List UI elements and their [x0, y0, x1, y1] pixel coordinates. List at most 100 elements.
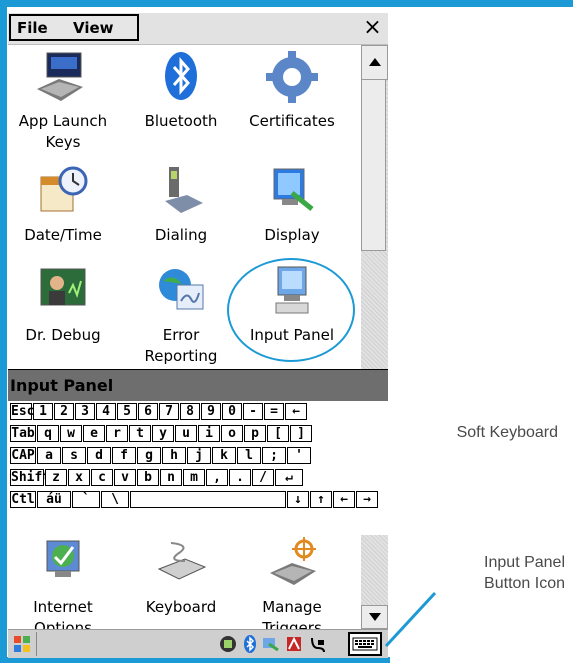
keyboard-key[interactable]: 1 [33, 403, 53, 420]
keyboard-key[interactable]: ↵ [275, 469, 303, 486]
keyboard-key[interactable]: Ctl [10, 491, 36, 508]
keyboard-key[interactable]: f [112, 447, 136, 464]
close-button[interactable]: × [359, 15, 386, 42]
keyboard-key[interactable]: q [37, 425, 59, 442]
keyboard-key[interactable]: w [60, 425, 82, 442]
keyboard-key[interactable]: t [129, 425, 151, 442]
keyboard-key[interactable]: n [160, 469, 182, 486]
keyboard-key[interactable]: k [212, 447, 236, 464]
keyboard-key[interactable]: 4 [96, 403, 116, 420]
keyboard-key[interactable]: o [221, 425, 243, 442]
keyboard-key[interactable]: \ [101, 491, 129, 508]
keyboard-key[interactable]: - [243, 403, 263, 420]
input-panel-button[interactable] [348, 632, 382, 656]
app-launch-keys-item[interactable]: App Launch Keys [8, 49, 118, 153]
annotation-line-2: Button Icon [484, 575, 565, 592]
date-time-item[interactable]: Date/Time [8, 163, 118, 246]
scroll-thumb[interactable] [361, 79, 386, 251]
keyboard-key[interactable]: s [62, 447, 86, 464]
menu-view[interactable]: View [73, 19, 114, 37]
bluetooth-tray-icon[interactable] [240, 634, 260, 654]
keyboard-key[interactable]: l [237, 447, 261, 464]
keyboard-key[interactable]: z [45, 469, 67, 486]
manage-triggers-label: Manage [262, 598, 322, 616]
internet-options-label: Internet [33, 598, 93, 616]
keyboard-icon [157, 542, 207, 580]
keyboard-key[interactable]: Esc [10, 403, 34, 420]
keyboard-key[interactable]: j [187, 447, 211, 464]
keyboard-key[interactable]: 0 [222, 403, 242, 420]
certificates-label: Certificates [249, 112, 335, 130]
battery-tray-icon[interactable] [284, 634, 304, 654]
keyboard-key[interactable]: 8 [180, 403, 200, 420]
annotation-leader-line [384, 591, 437, 648]
dr-debug-item[interactable]: Dr. Debug [8, 263, 118, 346]
date-time-icon [40, 166, 88, 212]
keyboard-key[interactable]: CAP [10, 447, 36, 464]
keyboard-key[interactable]: b [137, 469, 159, 486]
menu-file[interactable]: File [17, 19, 48, 37]
internet-options-item[interactable]: Internet Options [8, 535, 118, 639]
keyboard-key[interactable]: ← [285, 403, 307, 420]
keyboard-tray-icon [352, 637, 378, 651]
scroll-up-button[interactable] [361, 45, 388, 80]
app-launch-keys-icon [37, 52, 83, 101]
keyboard-key[interactable]: 3 [75, 403, 95, 420]
keyboard-key[interactable]: [ [267, 425, 289, 442]
keyboard-key[interactable]: h [162, 447, 186, 464]
keyboard-key[interactable]: ↓ [287, 491, 309, 508]
keyboard-key[interactable]: Tab [10, 425, 36, 442]
app-launch-keys-label-2: Keys [45, 133, 81, 151]
certificates-item[interactable]: Certificates [237, 49, 347, 132]
keyboard-key[interactable]: 5 [117, 403, 137, 420]
keyboard-key[interactable]: Shift [10, 469, 50, 486]
keyboard-key[interactable]: ] [290, 425, 312, 442]
keyboard-key[interactable]: ` [72, 491, 100, 508]
keyboard-key[interactable]: . [229, 469, 251, 486]
keyboard-key[interactable]: 6 [138, 403, 158, 420]
keyboard-item[interactable]: Keyboard [126, 535, 236, 618]
keyboard-key[interactable]: áü [37, 491, 71, 508]
keyboard-key[interactable]: e [83, 425, 105, 442]
keyboard-key[interactable]: ; [262, 447, 286, 464]
connection-tray-icon[interactable] [308, 634, 328, 654]
keyboard-key[interactable]: 9 [201, 403, 221, 420]
keyboard-key[interactable]: x [68, 469, 90, 486]
keyboard-key[interactable]: ↑ [310, 491, 332, 508]
manage-triggers-item[interactable]: Manage Triggers [237, 535, 347, 639]
highlight-circle [227, 258, 355, 362]
keyboard-key[interactable]: p [244, 425, 266, 442]
dialing-item[interactable]: Dialing [126, 163, 236, 246]
keyboard-key[interactable]: / [252, 469, 274, 486]
vertical-scrollbar[interactable] [361, 45, 388, 378]
keyboard-key[interactable]: → [356, 491, 378, 508]
keyboard-key[interactable]: = [264, 403, 284, 420]
display-tray-icon[interactable] [260, 634, 280, 654]
menu-box: File View [9, 14, 139, 41]
keyboard-key[interactable]: , [206, 469, 228, 486]
display-label: Display [264, 226, 320, 244]
display-item[interactable]: Display [237, 163, 347, 246]
keyboard-key[interactable]: r [106, 425, 128, 442]
keyboard-key[interactable]: ← [333, 491, 355, 508]
manage-triggers-icon [270, 537, 316, 585]
keyboard-key[interactable]: y [152, 425, 174, 442]
keyboard-key[interactable]: m [183, 469, 205, 486]
keyboard-label: Keyboard [145, 598, 217, 616]
keyboard-key[interactable]: i [198, 425, 220, 442]
start-windows-icon[interactable] [12, 634, 32, 654]
keyboard-key[interactable]: 7 [159, 403, 179, 420]
space-key[interactable] [130, 491, 286, 508]
bluetooth-item[interactable]: Bluetooth [126, 49, 236, 132]
keyboard-key[interactable]: a [37, 447, 61, 464]
keyboard-key[interactable]: 2 [54, 403, 74, 420]
keyboard-key[interactable]: ' [287, 447, 311, 464]
keyboard-key[interactable]: g [137, 447, 161, 464]
input-panel-title: Input Panel [10, 376, 114, 395]
network-icon[interactable] [218, 634, 238, 654]
error-reporting-item[interactable]: Error Reporting [126, 263, 236, 367]
keyboard-key[interactable]: u [175, 425, 197, 442]
keyboard-key[interactable]: d [87, 447, 111, 464]
keyboard-key[interactable]: v [114, 469, 136, 486]
keyboard-key[interactable]: c [91, 469, 113, 486]
